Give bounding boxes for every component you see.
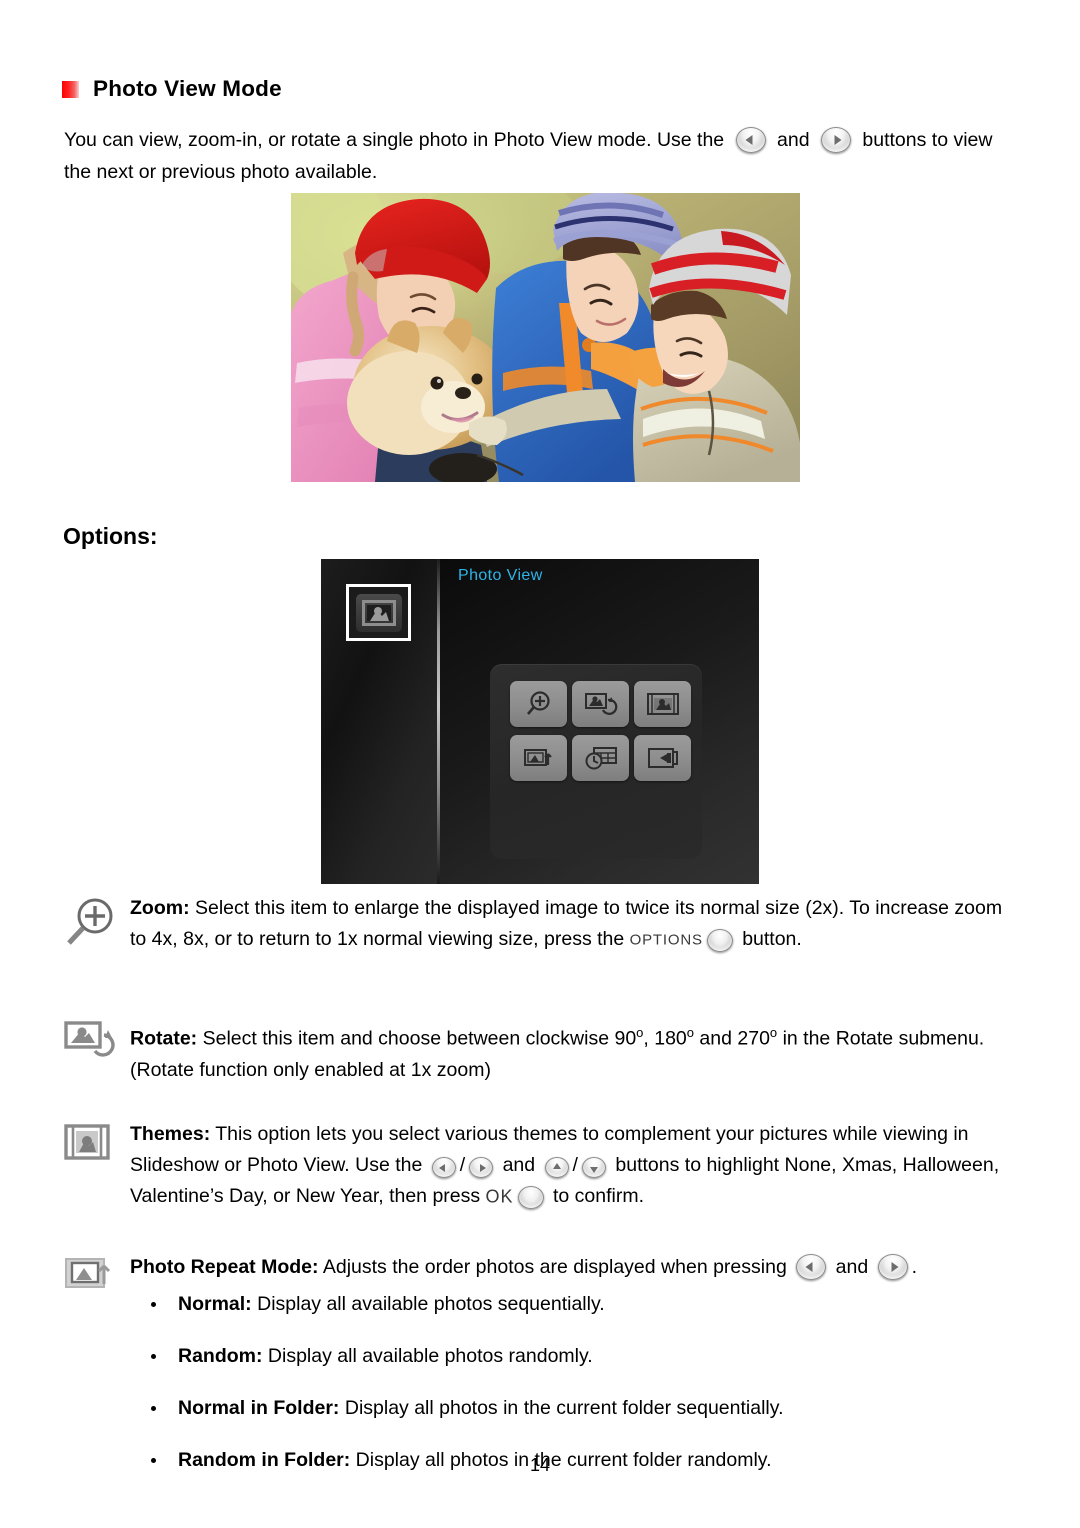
rotate-icon <box>64 1017 130 1068</box>
sidebar-item-photo-view[interactable] <box>346 584 411 641</box>
repeat-mode-desc: Display all photos in the current folder… <box>339 1397 784 1419</box>
option-photo-repeat-mode-title: Photo Repeat Mode: <box>130 1256 319 1278</box>
sample-photo <box>291 193 800 482</box>
list-item: Normal in Folder: Display all photos in … <box>145 1394 1025 1422</box>
device-sidebar <box>321 559 437 884</box>
list-item: Normal: Display all available photos seq… <box>145 1290 1025 1318</box>
separator-2: / <box>572 1154 578 1176</box>
zoom-in-icon <box>526 691 550 715</box>
device-screen-screenshot: Photo View <box>321 559 759 884</box>
option-rotate-body-a: Select this item and choose between cloc… <box>197 1027 637 1050</box>
option-zoom-body-a: Select this item to enlarge the displaye… <box>130 897 1003 950</box>
next-photo-button-icon[interactable] <box>820 127 851 153</box>
page-title: Photo View Mode <box>62 76 282 101</box>
option-themes: Themes: This option lets you select vari… <box>64 1119 1022 1212</box>
option-themes-body-d: to confirm. <box>552 1185 645 1207</box>
option-repeat-body-a: Adjusts the order photos are displayed w… <box>318 1256 787 1278</box>
option-repeat-body-c: . <box>911 1256 918 1278</box>
photo-view-icon <box>355 593 402 632</box>
right-button-icon[interactable] <box>469 1157 494 1178</box>
option-zoom: Zoom: Select this item to enlarge the di… <box>64 893 1022 955</box>
repeat-mode-desc: Display all available photos randomly. <box>262 1345 593 1367</box>
option-rotate: Rotate: Select this item and choose betw… <box>64 1017 1022 1086</box>
option-zoom-body-b: button. <box>742 928 802 950</box>
intro-text-part1: You can view, zoom-in, or rotate a singl… <box>64 129 725 151</box>
next-photo-button-icon-2[interactable] <box>877 1254 908 1280</box>
options-key-label: OPTIONS <box>629 931 703 949</box>
ok-key-label: OK <box>485 1186 514 1207</box>
manual-page: Photo View Mode You can view, zoom-in, o… <box>0 0 1080 1528</box>
option-themes-body-b: and <box>502 1154 536 1176</box>
option-rotate-body-c: and 270 <box>694 1027 770 1050</box>
grid-themes-button[interactable] <box>634 681 691 727</box>
option-themes-text: Themes: This option lets you select vari… <box>130 1119 1022 1212</box>
repeat-mode-name: Random: <box>178 1345 263 1367</box>
grid-slideshow-interval-button[interactable] <box>572 735 629 781</box>
grid-photo-repeat-mode-button[interactable] <box>510 735 567 781</box>
list-item: Random: Display all available photos ran… <box>145 1342 1025 1370</box>
themes-icon <box>646 693 679 715</box>
options-grid-panel <box>490 664 702 859</box>
down-button-icon[interactable] <box>581 1157 606 1178</box>
red-square-bullet-icon <box>62 80 79 98</box>
intro-text-part2: and <box>777 129 810 151</box>
device-screen-title: Photo View <box>458 567 543 584</box>
option-rotate-title: Rotate: <box>130 1027 198 1050</box>
up-button-icon[interactable] <box>544 1157 569 1178</box>
themes-icon <box>64 1119 130 1170</box>
repeat-mode-desc: Display all available photos sequentiall… <box>251 1293 605 1315</box>
left-button-icon[interactable] <box>431 1157 456 1178</box>
intro-paragraph: You can view, zoom-in, or rotate a singl… <box>64 124 1024 188</box>
ok-button-icon[interactable] <box>517 1186 544 1209</box>
grid-rotate-button[interactable] <box>572 681 629 727</box>
rotate-icon <box>584 693 617 715</box>
photo-repeat-mode-icon <box>523 749 552 766</box>
option-zoom-title: Zoom: <box>130 897 190 919</box>
page-number: 14 <box>529 1455 551 1475</box>
option-rotate-text: Rotate: Select this item and choose betw… <box>130 1017 1022 1086</box>
slideshow-interval-icon <box>585 747 617 770</box>
options-button-icon[interactable] <box>706 929 733 952</box>
zoom-in-icon <box>64 893 130 952</box>
device-content: Photo View <box>440 559 759 884</box>
page-title-text: Photo View Mode <box>93 76 282 101</box>
grid-exit-button[interactable] <box>634 735 691 781</box>
repeat-mode-name: Normal in Folder: <box>178 1397 340 1419</box>
photo-repeat-mode-icon <box>64 1252 130 1303</box>
separator-1: / <box>459 1154 466 1176</box>
option-themes-title: Themes: <box>130 1123 211 1145</box>
exit-icon <box>647 748 678 768</box>
prev-photo-button-icon-2[interactable] <box>796 1254 827 1280</box>
options-label: Options: <box>63 523 158 549</box>
degree-symbol-2: o <box>686 1025 695 1040</box>
option-zoom-text: Zoom: Select this item to enlarge the di… <box>130 893 1022 955</box>
option-photo-repeat-mode-text: Photo Repeat Mode: Adjusts the order pho… <box>130 1252 1022 1283</box>
option-rotate-body-b: , 180 <box>643 1027 687 1050</box>
option-repeat-body-b: and <box>835 1256 869 1278</box>
repeat-mode-name: Normal: <box>178 1293 252 1315</box>
grid-zoom-in-button[interactable] <box>510 681 567 727</box>
prev-photo-button-icon[interactable] <box>735 127 766 153</box>
